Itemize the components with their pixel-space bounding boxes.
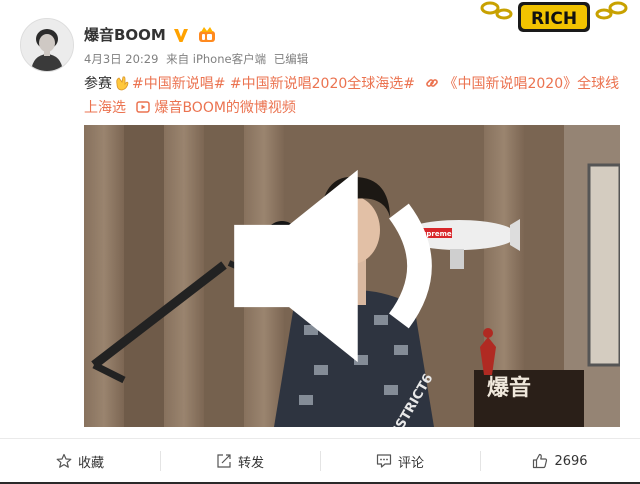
favorite-button[interactable]: 收藏 — [0, 449, 160, 473]
rich-text: RICH — [531, 9, 577, 29]
thumbs-up-icon — [533, 453, 548, 469]
vip-crown-icon[interactable] — [196, 26, 218, 44]
link-icon — [426, 79, 439, 87]
verified-v-icon — [173, 28, 188, 42]
repost-button[interactable]: 转发 — [160, 449, 320, 473]
post-text-prefix: 参赛 — [84, 76, 112, 92]
post-timestamp[interactable]: 4月3日 20:29 — [84, 52, 158, 66]
avatar[interactable] — [20, 18, 74, 72]
comment-icon — [376, 454, 392, 468]
avatar-image — [21, 19, 73, 71]
post-header: 爆音BOOM — [84, 24, 218, 45]
repost-icon — [217, 454, 231, 468]
action-bar: 收藏 转发 评论 2696 — [0, 438, 640, 483]
post-edited[interactable]: 已编辑 — [274, 52, 309, 66]
like-count: 2696 — [554, 453, 588, 469]
post-meta: 4月3日 20:29 来自 iPhone客户端 已编辑 — [84, 51, 312, 67]
clap-emoji-icon — [116, 76, 129, 91]
rich-chain-decoration: RICH — [480, 1, 628, 32]
username[interactable]: 爆音BOOM — [84, 24, 166, 45]
post-text: 参赛 #中国新说唱# #中国新说唱2020全球海选# 《中国新说唱2020》全球… — [84, 72, 624, 120]
post-source: 来自 iPhone客户端 — [166, 52, 267, 66]
like-button[interactable]: 2696 — [480, 449, 640, 473]
star-icon — [56, 453, 72, 468]
video-play-icon — [136, 101, 151, 113]
comment-button[interactable]: 评论 — [320, 449, 480, 473]
comment-label: 评论 — [397, 455, 424, 471]
hashtag-chinese-new-rap[interactable]: #中国新说唱# — [132, 76, 225, 92]
repost-label: 转发 — [237, 455, 264, 471]
hashtag-global-audition[interactable]: #中国新说唱2020全球海选# — [230, 76, 415, 92]
weibo-video-link[interactable]: 爆音BOOM的微博视频 — [154, 100, 295, 116]
volume-icon[interactable] — [84, 125, 612, 417]
favorite-label: 收藏 — [77, 455, 104, 471]
video-player[interactable]: Supreme 爆音 DISTRICT6 — [84, 125, 620, 427]
